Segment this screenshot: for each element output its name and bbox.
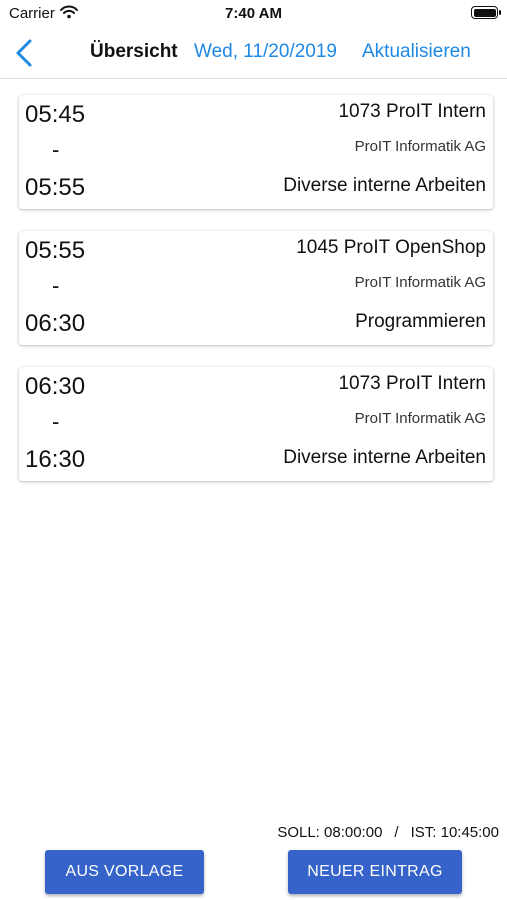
activity-name: Diverse interne Arbeiten	[283, 175, 486, 196]
page-title: Übersicht	[90, 41, 178, 62]
end-time: 06:30	[25, 310, 86, 337]
company-name: ProIT Informatik AG	[354, 138, 486, 155]
time-entry-card[interactable]: 05:45 - 05:55 1073 ProIT Intern ProIT In…	[19, 95, 493, 209]
refresh-button[interactable]: Aktualisieren	[362, 41, 471, 63]
battery-icon	[471, 6, 501, 19]
navigation-bar: Übersicht Wed, 11/20/2019 Aktualisieren	[0, 28, 507, 79]
start-time: 06:30	[25, 373, 86, 400]
time-entry-card[interactable]: 06:30 - 16:30 1073 ProIT Intern ProIT In…	[19, 367, 493, 481]
project-name: 1073 ProIT Intern	[338, 101, 486, 122]
target-hours: SOLL: 08:00:00	[277, 824, 383, 841]
chevron-left-icon[interactable]	[10, 36, 40, 70]
new-entry-button[interactable]: NEUER EINTRAG	[288, 850, 462, 894]
company-name: ProIT Informatik AG	[354, 274, 486, 291]
project-name: 1045 ProIT OpenShop	[296, 237, 486, 258]
start-time: 05:55	[25, 237, 86, 264]
project-name: 1073 ProIT Intern	[338, 373, 486, 394]
summary-separator: /	[394, 824, 399, 841]
date-selector[interactable]: Wed, 11/20/2019	[194, 41, 337, 63]
time-separator: -	[52, 409, 60, 434]
end-time: 16:30	[25, 446, 86, 473]
end-time: 05:55	[25, 174, 86, 201]
time-separator: -	[52, 273, 60, 298]
hours-summary: SOLL: 08:00:00 / IST: 10:45:00	[277, 824, 499, 841]
time-entry-card[interactable]: 05:55 - 06:30 1045 ProIT OpenShop ProIT …	[19, 231, 493, 345]
from-template-button[interactable]: AUS VORLAGE	[45, 850, 204, 894]
activity-name: Programmieren	[355, 311, 486, 332]
clock: 7:40 AM	[225, 5, 282, 22]
start-time: 05:45	[25, 101, 86, 128]
activity-name: Diverse interne Arbeiten	[283, 447, 486, 468]
actual-hours: IST: 10:45:00	[410, 824, 499, 841]
time-separator: -	[52, 137, 60, 162]
status-bar: Carrier 7:40 AM	[0, 0, 507, 28]
company-name: ProIT Informatik AG	[354, 410, 486, 427]
time-entry-list: 05:45 - 05:55 1073 ProIT Intern ProIT In…	[19, 95, 493, 503]
